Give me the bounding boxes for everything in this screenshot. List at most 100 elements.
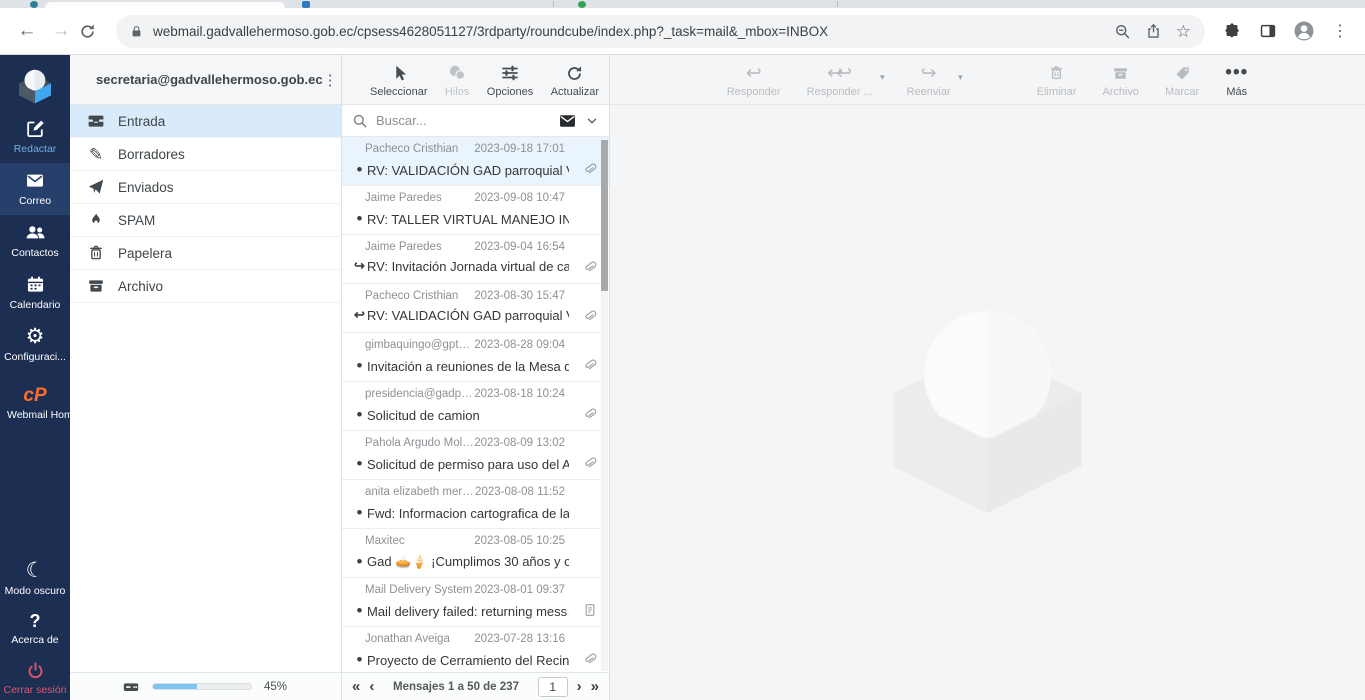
delete-button[interactable]: Eliminar (1037, 63, 1077, 98)
options-button[interactable]: Opciones (487, 63, 533, 98)
scrollbar-thumb[interactable] (601, 140, 608, 291)
browser-toolbar: ← → webmail.gadvallehermoso.gob.ec/cpses… (0, 8, 1365, 55)
mail-subject: Gad 🥧🍦 ¡Cumplimos 30 años y c… (367, 554, 569, 570)
sidebar-item-correo[interactable]: Correo (0, 163, 70, 215)
tab-favicon (30, 1, 38, 8)
page-number-input[interactable] (538, 677, 568, 697)
bookmark-star-icon[interactable]: ☆ (1176, 23, 1191, 40)
back-button[interactable]: ← (10, 20, 44, 42)
refresh-icon (78, 22, 97, 41)
search-input[interactable] (376, 113, 558, 128)
mail-sender: anita elizabeth merin… (365, 486, 475, 498)
browser-tab-strip[interactable] (0, 0, 1365, 8)
active-tab[interactable] (45, 2, 285, 8)
folder-papelera[interactable]: Papelera (70, 237, 341, 270)
mail-list-row[interactable]: gimbaquingo@gptsa… 2023-08-28 09:04 Invi… (342, 333, 609, 382)
folder-enviados[interactable]: Enviados (70, 171, 341, 204)
folder-borradores[interactable]: ✎ Borradores (70, 138, 341, 171)
sidebar-item-contactos[interactable]: Contactos (0, 215, 70, 267)
refresh-list-button[interactable]: Actualizar (551, 63, 599, 98)
refresh-button[interactable] (78, 22, 112, 41)
mark-button[interactable]: Marcar (1165, 63, 1199, 98)
list-pagination: « ‹ Mensajes 1 a 50 de 237 › » (342, 672, 609, 700)
mail-list-row[interactable]: Maxitec 2023-08-05 10:25 Gad 🥧🍦 ¡Cumplim… (342, 529, 609, 578)
folder-spam[interactable]: SPAM (70, 204, 341, 237)
trash-icon (87, 244, 105, 262)
mail-sender: Pahola Argudo Molina (365, 437, 474, 449)
profile-avatar[interactable] (1289, 20, 1319, 42)
mail-sender: Jaime Paredes (365, 241, 442, 253)
select-button[interactable]: Seleccionar (370, 63, 427, 98)
more-button[interactable]: ••• Más (1225, 63, 1248, 98)
mail-list-row[interactable]: Jaime Paredes 2023-09-08 10:47 RV: TALLE… (342, 186, 609, 235)
folder-column: secretaria@gadvallehermoso.gob.ec ⋮ Entr… (70, 55, 342, 700)
list-toolbar: Seleccionar Hilos Opciones Actualizar (342, 55, 609, 105)
sidebar-item-calendario[interactable]: Calendario (0, 267, 70, 319)
mail-status-icon (352, 601, 367, 621)
mail-list-row[interactable]: anita elizabeth merin… 2023-08-08 11:52 … (342, 480, 609, 529)
cpanel-logo-icon: cP (23, 386, 46, 405)
folder-archivo[interactable]: Archivo (70, 270, 341, 303)
mail-list-row[interactable]: Pacheco Cristhian 2023-08-30 15:47 RV: V… (342, 284, 609, 333)
mail-status-icon (352, 503, 367, 523)
sidebar-item-configuracion[interactable]: ⚙ Configuraci... (0, 319, 70, 371)
app-sidebar: Redactar Correo Contactos Calendario ⚙ C… (0, 55, 70, 700)
contacts-icon (24, 222, 47, 243)
side-panel-icon[interactable] (1253, 22, 1283, 40)
cursor-icon (390, 63, 408, 83)
prev-page-button[interactable]: ‹ (369, 679, 374, 694)
forward-button[interactable]: ↪ Reenviar ▾ (907, 63, 951, 98)
first-page-button[interactable]: « (352, 679, 360, 694)
forward-button[interactable]: → (44, 20, 78, 42)
mail-sender: Pacheco Cristhian (365, 290, 458, 302)
mail-date: 2023-08-05 10:25 (474, 535, 565, 547)
threads-button[interactable]: Hilos (445, 63, 469, 98)
mail-list-row[interactable]: presidencia@gadpla… 2023-08-18 10:24 Sol… (342, 382, 609, 431)
mail-list-row[interactable]: Jaime Paredes 2023-09-04 16:54 RV: Invit… (342, 235, 609, 284)
extensions-icon[interactable] (1217, 22, 1247, 40)
search-scope-icon[interactable] (558, 113, 577, 129)
sidebar-item-modo-oscuro[interactable]: ☾ Modo oscuro (0, 553, 70, 605)
sidebar-item-cerrar-sesion[interactable]: Cerrar sesión (0, 654, 70, 700)
account-header: secretaria@gadvallehermoso.gob.ec ⋮ (70, 55, 341, 105)
zoom-page-icon[interactable] (1114, 23, 1131, 40)
send-icon (87, 178, 105, 196)
next-page-button[interactable]: › (577, 679, 582, 694)
address-bar[interactable]: webmail.gadvallehermoso.gob.ec/cpsess462… (116, 15, 1205, 48)
mail-sender: Mail Delivery System (365, 584, 472, 596)
message-list-column: Seleccionar Hilos Opciones Actualizar (342, 55, 610, 700)
mail-date: 2023-08-30 15:47 (474, 290, 565, 302)
forward-caret-icon[interactable]: ▾ (958, 72, 963, 83)
mail-list-row[interactable]: Mail Delivery System 2023-08-01 09:37 Ma… (342, 578, 609, 627)
account-email: secretaria@gadvallehermoso.gob.ec (96, 72, 323, 87)
mail-date: 2023-09-08 10:47 (474, 192, 565, 204)
mail-list-row[interactable]: Pacheco Cristhian 2023-09-18 17:01 RV: V… (342, 137, 609, 186)
url-text[interactable]: webmail.gadvallehermoso.gob.ec/cpsess462… (153, 24, 1100, 39)
archive-button[interactable]: Archivo (1102, 63, 1139, 98)
reply-all-caret-icon[interactable]: ▾ (880, 72, 885, 83)
reply-all-button[interactable]: ↩↩ Responder ... ▾ (807, 63, 873, 98)
help-icon: ? (30, 612, 41, 630)
last-page-button[interactable]: » (591, 679, 599, 694)
sidebar-item-redactar[interactable]: Redactar (0, 111, 70, 163)
mail-list-row[interactable]: Pahola Argudo Molina 2023-08-09 13:02 So… (342, 431, 609, 480)
pencil-icon: ✎ (87, 146, 105, 163)
sidebar-item-webmail-home[interactable]: cP Webmail Home (0, 379, 70, 429)
chrome-menu-icon[interactable]: ⋮ (1325, 21, 1355, 41)
account-menu-icon[interactable]: ⋮ (323, 71, 338, 89)
attachment-icon (582, 356, 597, 373)
reply-icon: ↩ (746, 63, 762, 83)
mail-list-row[interactable]: Jonathan Aveiga 2023-07-28 13:16 Proyect… (342, 627, 609, 672)
share-icon[interactable] (1145, 23, 1162, 40)
mail-subject: Mail delivery failed: returning mess… (367, 604, 569, 619)
search-options-chevron-icon[interactable] (585, 114, 599, 128)
search-icon (352, 113, 368, 129)
mail-date: 2023-09-18 17:01 (474, 143, 565, 155)
flame-icon (87, 211, 105, 229)
sidebar-item-acerca-de[interactable]: ? Acerca de (0, 605, 70, 654)
reply-button[interactable]: ↩ Responder (727, 63, 781, 98)
folder-entrada[interactable]: Entrada (70, 105, 341, 138)
list-scrollbar[interactable] (601, 139, 608, 671)
attachment-icon (582, 160, 597, 177)
mail-icon (24, 170, 46, 191)
